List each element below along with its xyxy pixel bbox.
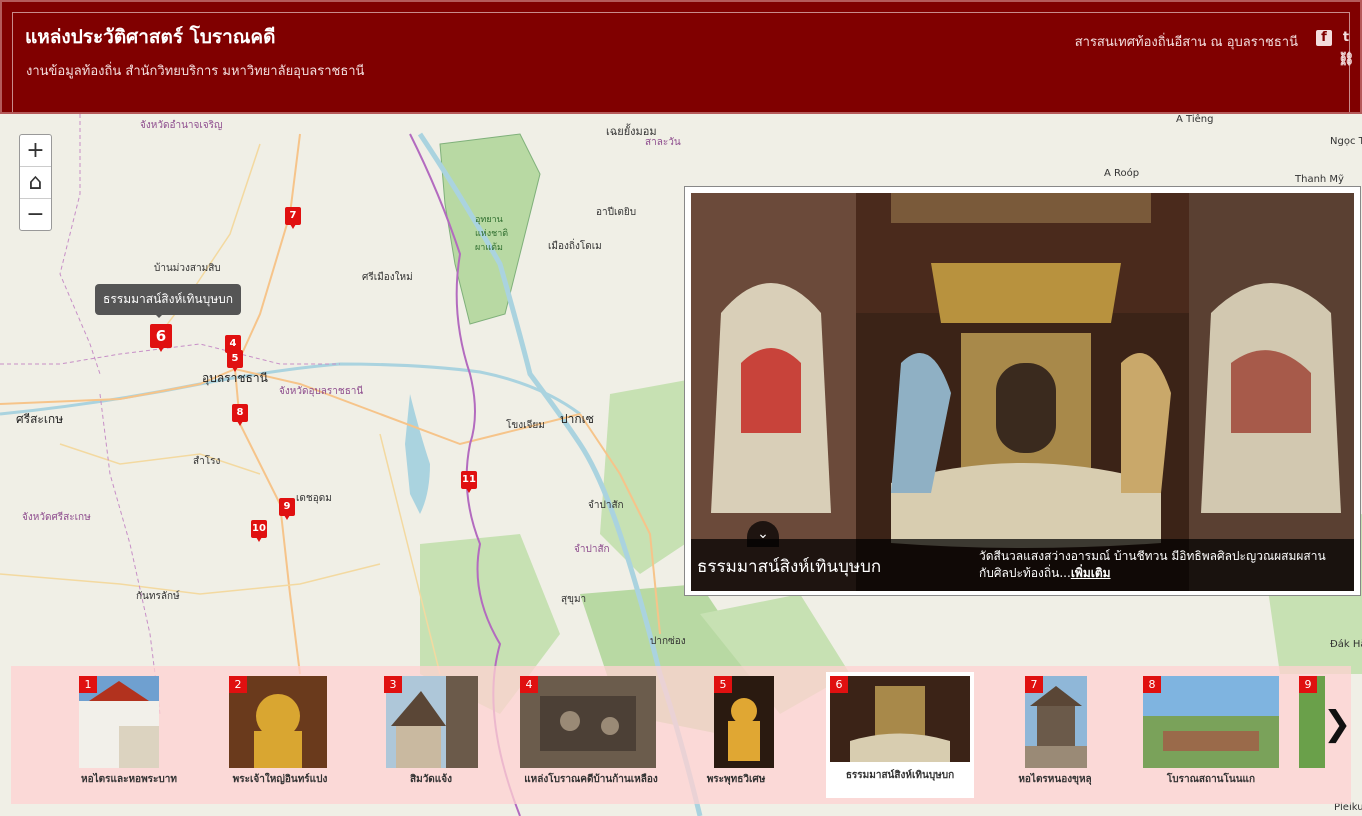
map-label: กันทรลักษ์	[136, 591, 180, 602]
map-label: ปากซ่อง	[650, 636, 686, 647]
carousel-item-6[interactable]: 6 ธรรมมาสน์สิงห์เทินบุษบก	[826, 672, 974, 798]
read-more-link[interactable]: เพิ่มเติม	[1071, 566, 1111, 580]
map-label: อุทยาน แห่งชาติ ผาแต้ม	[475, 215, 509, 253]
item-label: พระเจ้าใหญ่อินทร์แปง	[232, 774, 328, 785]
home-button[interactable]: ⌂	[20, 167, 51, 199]
thumb-image	[1143, 676, 1279, 768]
thumbnail-carousel: 1 หอไตรและหอพระบาท 2 พระเจ้าใหญ่อินทร์แป…	[11, 666, 1351, 804]
header-bar: แหล่งประวัติศาสตร์ โบราณคดี งานข้อมูลท้อ…	[0, 0, 1362, 114]
item-number: 2	[229, 676, 247, 693]
map-label: ศรีเมืองใหม่	[362, 272, 413, 283]
zoom-in-button[interactable]: +	[20, 135, 51, 167]
carousel-next-button[interactable]: ❯	[1323, 694, 1351, 754]
map-label: จังหวัดศรีสะเกษ	[22, 512, 91, 523]
org-link[interactable]: สารสนเทศท้องถิ่นอีสาน ณ อุบลราชธานี	[1075, 31, 1298, 52]
item-number: 3	[384, 676, 402, 693]
item-number: 9	[1299, 676, 1317, 693]
map-label: สำโรง	[193, 456, 221, 467]
map-marker-9[interactable]: 9	[279, 498, 295, 520]
pulpit-photo	[691, 193, 1354, 591]
map-label: จังหวัดอุบลราชธานี	[279, 386, 364, 397]
map-label: Đák Hà	[1330, 639, 1362, 650]
item-label: สิมวัดแจ้ง	[410, 774, 452, 785]
item-number: 4	[520, 676, 538, 693]
map-label: สุขุมา	[561, 594, 587, 605]
map-marker-6[interactable]: 6	[150, 324, 172, 352]
carousel-item-1[interactable]: 1 หอไตรและหอพระบาท	[71, 666, 177, 804]
carousel-item-9[interactable]: 9	[1295, 666, 1325, 804]
map-label: จำปาสัก	[574, 544, 610, 555]
zoom-out-button[interactable]: −	[20, 199, 51, 230]
map-marker-11[interactable]: 11	[461, 471, 477, 493]
popup-description: วัดสีนวลแสงสว่างอารมณ์ บ้านชีทวน มีอิทธิ…	[979, 548, 1339, 582]
carousel-item-2[interactable]: 2 พระเจ้าใหญ่อินทร์แปง	[221, 666, 341, 804]
popup-title: ธรรมมาสน์สิงห์เทินบุษบก	[697, 557, 882, 577]
map-label: จังหวัดอำนาจเจริญ	[140, 120, 223, 131]
item-label: หอไตรหนองขุหลุ	[1018, 774, 1092, 785]
map-label: สาละวัน	[645, 137, 681, 148]
map-marker-10[interactable]: 10	[251, 520, 267, 542]
carousel-item-3[interactable]: 3 สิมวัดแจ้ง	[376, 666, 486, 804]
map-label: จำปาสัก	[588, 500, 624, 511]
feature-popup: ⌄ ธรรมมาสน์สิงห์เทินบุษบก วัดสีนวลแสงสว่…	[684, 186, 1361, 596]
item-label: แหล่งโบราณคดีบ้านก้านเหลือง	[524, 774, 658, 785]
zoom-control: + ⌂ −	[19, 134, 52, 231]
twitter-icon[interactable]: t	[1338, 30, 1354, 46]
feature-photo	[691, 193, 1354, 591]
app-title: แหล่งประวัติศาสตร์ โบราณคดี	[25, 26, 276, 48]
item-label: พระพุทธวิเศษ	[706, 774, 766, 785]
item-number: 6	[830, 676, 848, 693]
carousel-item-7[interactable]: 7 หอไตรหนองขุหลุ	[1018, 666, 1095, 804]
map-label: A Roóp	[1104, 168, 1140, 179]
carousel-item-4[interactable]: 4 แหล่งโบราณคดีบ้านก้านเหลือง	[516, 666, 666, 804]
map-label: เดชอุดม	[296, 493, 332, 504]
map-marker-5[interactable]: 5	[227, 350, 243, 372]
item-label: หอไตรและหอพระบาท	[81, 774, 177, 785]
map-label: โขงเจียม	[506, 420, 545, 431]
popup-caption: ⌄ ธรรมมาสน์สิงห์เทินบุษบก วัดสีนวลแสงสว่…	[691, 521, 1354, 591]
map-label: เมืองถิ่งโดเม	[548, 241, 602, 252]
facebook-icon[interactable]: f	[1316, 30, 1332, 46]
map-label: ปากเซ	[560, 412, 594, 426]
item-number: 1	[79, 676, 97, 693]
app-subtitle: งานข้อมูลท้องถิ่น สำนักวิทยบริการ มหาวิท…	[26, 64, 365, 79]
item-label: โบราณสถานโนนแก	[1166, 774, 1256, 785]
map-label: Ngọc Tiền	[1330, 136, 1362, 147]
map-label: บ้านม่วงสามสิบ	[154, 263, 221, 274]
map-label: A Tiêng	[1176, 114, 1214, 125]
map-marker-7[interactable]: 7	[285, 207, 301, 229]
popup-description-text: วัดสีนวลแสงสว่างอารมณ์ บ้านชีทวน มีอิทธิ…	[979, 549, 1326, 580]
carousel-item-5[interactable]: 5 พระพุทธวิเศษ	[706, 666, 786, 804]
map-marker-8[interactable]: 8	[232, 404, 248, 426]
item-label: ธรรมมาสน์สิงห์เทินบุษบก	[845, 770, 955, 781]
item-number: 5	[714, 676, 732, 693]
item-number: 7	[1025, 676, 1043, 693]
thumb-image	[520, 676, 656, 768]
collapse-icon[interactable]: ⌄	[747, 521, 779, 547]
map-label: Thanh Mỹ	[1295, 174, 1344, 185]
map-label: อาปีเตยิบ	[596, 207, 637, 218]
map-label: ศรีสะเกษ	[16, 412, 64, 426]
item-number: 8	[1143, 676, 1161, 693]
thumb-image	[830, 676, 970, 762]
link-icon[interactable]: ⛓	[1338, 52, 1355, 68]
marker-tooltip: ธรรมมาสน์สิงห์เทินบุษบก	[95, 284, 242, 318]
carousel-item-8[interactable]: 8 โบราณสถานโนนแก	[1139, 666, 1289, 804]
